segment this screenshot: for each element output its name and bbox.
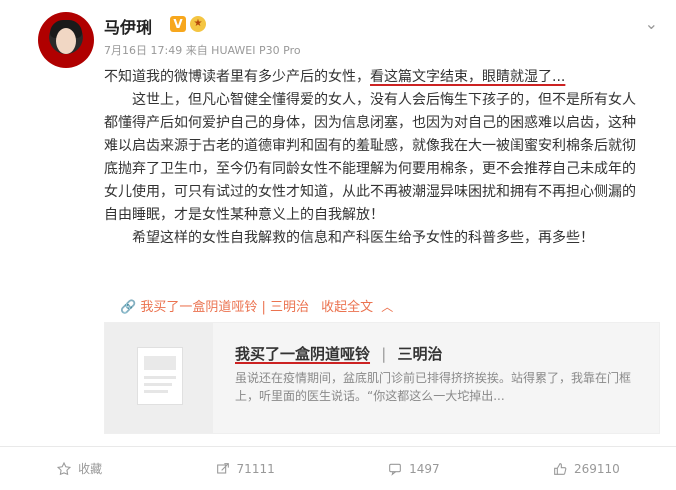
favorite-button[interactable]: 收藏	[56, 460, 102, 477]
chevron-down-icon[interactable]: ⌄	[645, 14, 658, 33]
like-count: 269110	[574, 461, 620, 476]
actions-bar: 收藏 71111 1497 269110	[0, 447, 676, 490]
post-content: 不知道我的微博读者里有多少产后的女性，看这篇文字结束，眼睛就湿了... 这世上，…	[104, 66, 644, 250]
comment-count: 1497	[409, 461, 440, 476]
username[interactable]: 马伊琍	[104, 14, 152, 38]
medal-icon: ★	[190, 16, 206, 32]
favorite-label: 收藏	[78, 462, 103, 476]
verified-badge-icon: V	[170, 16, 186, 32]
post-line-1-plain: 不知道我的微博读者里有多少产后的女性，	[104, 69, 370, 85]
article-summary: 虽说还在疫情期间，盆底肌门诊前已排得挤挤挨挨。站得累了，我靠在门框上，听里面的医…	[235, 371, 632, 403]
article-author: 三明治	[397, 345, 443, 363]
article-title[interactable]: 我买了一盒阴道哑铃 | 三明治	[235, 343, 443, 364]
document-icon	[137, 347, 183, 405]
article-link[interactable]: 我买了一盒阴道哑铃 | 三明治	[140, 300, 309, 315]
avatar[interactable]	[38, 12, 94, 68]
post-paragraph-2: 这世上，但凡心智健全懂得爱的女人，没有人会后悔生下孩子的，但不是所有女人都懂得产…	[104, 92, 636, 223]
post-paragraph-3: 希望这样的女性自我解救的信息和产科医生给予女性的科普多些，再多些！	[132, 230, 594, 246]
document-line	[144, 383, 172, 386]
article-title-text: 我买了一盒阴道哑铃	[235, 345, 371, 363]
article-title-separator: |	[381, 345, 387, 363]
post-line-1: 不知道我的微博读者里有多少产后的女性，看这篇文字结束，眼睛就湿了...	[104, 66, 644, 89]
document-line	[144, 390, 168, 393]
document-line	[144, 376, 176, 379]
article-card[interactable]: 我买了一盒阴道哑铃 | 三明治 虽说还在疫情期间，盆底肌门诊前已排得挤挤挨挨。站…	[104, 322, 660, 434]
thumbs-up-icon	[554, 462, 567, 475]
comment-button[interactable]: 1497	[387, 461, 440, 477]
star-icon	[57, 461, 72, 475]
collapse-text[interactable]: 收起全文	[321, 300, 373, 315]
link-icon: 🔗	[120, 300, 137, 315]
avatar-face	[56, 28, 76, 54]
repost-count: 71111	[236, 461, 275, 476]
post-meta: 7月16日 17:49 来自 HUAWEI P30 Pro	[104, 44, 301, 57]
chevron-up-icon[interactable]: ︿	[381, 300, 393, 314]
repost-button[interactable]: 71111	[215, 461, 275, 477]
post-line-1-highlight: 看这篇文字结束，眼睛就湿了...	[370, 69, 566, 85]
like-button[interactable]: 269110	[552, 461, 620, 477]
article-thumbnail	[105, 323, 213, 433]
repost-icon	[216, 462, 229, 474]
comment-icon	[389, 463, 401, 476]
document-image-placeholder	[144, 356, 176, 370]
article-link-line[interactable]: 🔗 我买了一盒阴道哑铃 | 三明治 收起全文 ︿	[120, 296, 393, 315]
